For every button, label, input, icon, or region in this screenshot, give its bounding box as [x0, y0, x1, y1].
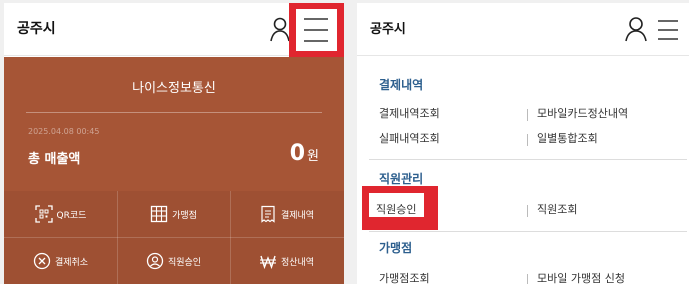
section-title-payment: 결제내역: [379, 78, 424, 92]
won-icon: [259, 255, 276, 270]
menu-item-mobile-card-settlement[interactable]: 모바일카드정산내역: [537, 105, 628, 121]
quick-menu-grid: QR코드 가맹점 결제내역 결제취소 직원승인 정산내역: [4, 191, 344, 284]
staff-approval-button[interactable]: 직원승인: [117, 238, 230, 284]
store-button[interactable]: 가맹점: [117, 191, 230, 237]
amount-value: 0: [289, 141, 306, 166]
settlement-button[interactable]: 정산내역: [230, 238, 343, 284]
company-name: 나이스정보통신: [132, 81, 216, 96]
total-sales-label: 총 매출액: [28, 152, 81, 167]
qr-icon: [34, 205, 53, 223]
menu-item-mobile-store-apply[interactable]: 모바일 가맹점 신청: [537, 270, 625, 284]
menu-item-staff-inquiry[interactable]: 직원조회: [537, 201, 577, 217]
user-icon[interactable]: [270, 16, 290, 42]
store-icon: [150, 205, 168, 223]
staff-icon: [146, 252, 164, 270]
user-icon[interactable]: [625, 16, 647, 42]
menu-item-payment-inquiry[interactable]: 결제내역조회: [379, 105, 440, 121]
section-title-staff: 직원관리: [379, 172, 424, 186]
menu-screen: 공주시 결제내역 결제내역조회 모바일카드정산내역 실패내역조회 일별통합조회 …: [357, 3, 689, 284]
menu-item-staff-approval[interactable]: 직원승인: [376, 201, 416, 217]
menu-app-title: 공주시: [370, 22, 406, 37]
receipt-icon: [261, 205, 275, 223]
payment-history-button[interactable]: 결제내역: [230, 191, 343, 237]
main-screen: 공주시 나이스정보통신 2025.04.08 00:45 총 매출액 0원 QR…: [4, 3, 344, 284]
staff-approval-label: 직원승인: [167, 257, 202, 268]
sales-date: 2025.04.08 00:45: [28, 127, 100, 136]
settlement-label: 정산내역: [280, 257, 315, 268]
qr-code-label: QR코드: [56, 210, 87, 221]
cancel-icon: [33, 252, 51, 270]
menu-item-daily-total[interactable]: 일별통합조회: [537, 130, 598, 146]
total-sales-amount: 0원: [290, 141, 319, 166]
store-label: 가맹점: [172, 210, 197, 221]
menu-button-highlight[interactable]: [289, 3, 344, 57]
divider: [26, 112, 322, 113]
app-header: 공주시: [4, 3, 344, 57]
payment-history-label: 결제내역: [280, 210, 315, 221]
payment-cancel-label: 결제취소: [54, 257, 89, 268]
qr-code-button[interactable]: QR코드: [4, 191, 117, 237]
menu-item-failure-inquiry[interactable]: 실패내역조회: [379, 130, 440, 146]
payment-cancel-button[interactable]: 결제취소: [4, 238, 117, 284]
app-title: 공주시: [17, 21, 56, 37]
amount-unit: 원: [307, 149, 319, 164]
sales-card: 나이스정보통신 2025.04.08 00:45 총 매출액 0원 QR코드 가…: [4, 57, 344, 284]
menu-header: 공주시: [357, 3, 689, 56]
hamburger-icon[interactable]: [657, 19, 679, 41]
hamburger-icon[interactable]: [298, 11, 336, 49]
menu-item-store-inquiry[interactable]: 가맹점조회: [379, 270, 430, 284]
section-title-store: 가맹점: [379, 241, 413, 255]
